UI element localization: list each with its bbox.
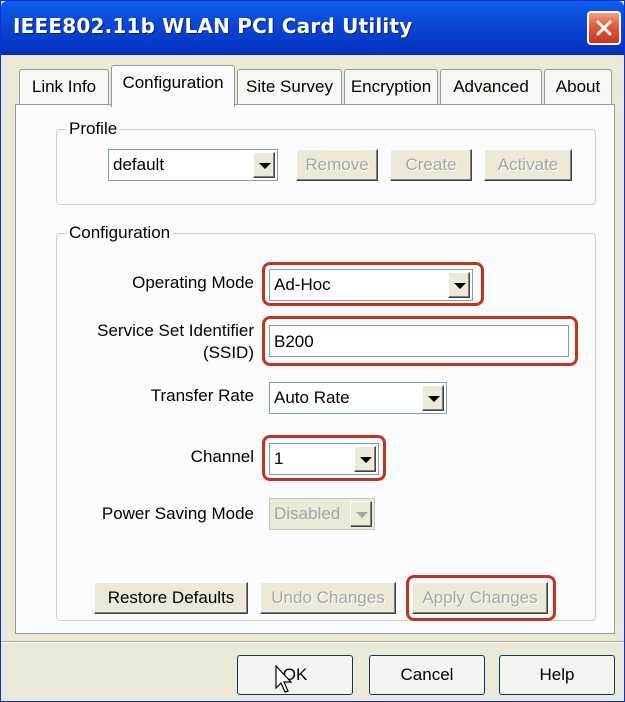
window-title: IEEE802.11b WLAN PCI Card Utility: [13, 14, 413, 38]
power-saving-value: Disabled: [274, 504, 341, 523]
tab-label: Advanced: [453, 77, 529, 96]
operating-mode-value: Ad-Hoc: [274, 275, 331, 294]
ok-button[interactable]: OK: [237, 655, 353, 695]
profile-select[interactable]: default: [108, 149, 278, 181]
help-button[interactable]: Help: [499, 655, 615, 695]
channel-label: Channel: [190, 447, 254, 466]
ssid-input[interactable]: B200: [269, 325, 569, 357]
mouse-pointer-icon: [275, 665, 293, 693]
operating-mode-select[interactable]: Ad-Hoc: [269, 269, 473, 301]
configuration-group-label: Configuration: [66, 223, 174, 243]
transfer-rate-select[interactable]: Auto Rate: [269, 382, 447, 414]
apply-changes-button[interactable]: Apply Changes: [412, 582, 548, 614]
chevron-down-icon[interactable]: [350, 501, 372, 527]
ssid-label-abbrev: (SSID): [203, 343, 254, 362]
close-icon: [596, 20, 612, 36]
undo-changes-button[interactable]: Undo Changes: [260, 582, 396, 614]
tab-encryption[interactable]: Encryption: [344, 69, 438, 105]
tab-link-info[interactable]: Link Info: [19, 69, 109, 105]
power-saving-select[interactable]: Disabled: [269, 498, 375, 530]
tab-label: Link Info: [31, 77, 97, 96]
close-button[interactable]: [587, 11, 621, 45]
remove-profile-button[interactable]: Remove: [296, 149, 378, 181]
cancel-button[interactable]: Cancel: [369, 655, 485, 695]
ssid-value: B200: [274, 332, 314, 351]
tab-configuration[interactable]: Configuration: [111, 65, 235, 107]
channel-value: 1: [274, 449, 284, 468]
profile-group-label: Profile: [66, 119, 121, 139]
tab-label: Encryption: [350, 77, 432, 96]
configuration-panel: Profile default Remove Create Activate C…: [15, 104, 615, 634]
transfer-rate-value: Auto Rate: [274, 388, 350, 407]
tab-about[interactable]: About: [544, 69, 612, 105]
tab-site-survey[interactable]: Site Survey: [237, 69, 342, 105]
chevron-down-icon[interactable]: [354, 446, 376, 472]
create-profile-button[interactable]: Create: [390, 149, 472, 181]
footer-divider: [1, 641, 624, 643]
power-saving-label: Power Saving Mode: [101, 504, 254, 523]
tab-advanced[interactable]: Advanced: [440, 69, 542, 105]
restore-defaults-button[interactable]: Restore Defaults: [94, 582, 248, 614]
tab-label: Configuration: [122, 73, 224, 92]
tab-label: Site Survey: [246, 77, 333, 96]
tab-label: About: [555, 77, 601, 96]
utility-window: IEEE802.11b WLAN PCI Card Utility Link I…: [0, 0, 625, 702]
activate-profile-button[interactable]: Activate: [484, 149, 572, 181]
title-bar[interactable]: IEEE802.11b WLAN PCI Card Utility: [1, 1, 624, 55]
channel-select[interactable]: 1: [269, 443, 379, 475]
profile-value: default: [113, 155, 165, 174]
ssid-label: Service Set Identifier: [97, 321, 254, 340]
chevron-down-icon[interactable]: [253, 152, 275, 178]
operating-mode-label: Operating Mode: [132, 273, 254, 292]
transfer-rate-label: Transfer Rate: [150, 386, 254, 405]
chevron-down-icon[interactable]: [448, 272, 470, 298]
chevron-down-icon[interactable]: [422, 385, 444, 411]
